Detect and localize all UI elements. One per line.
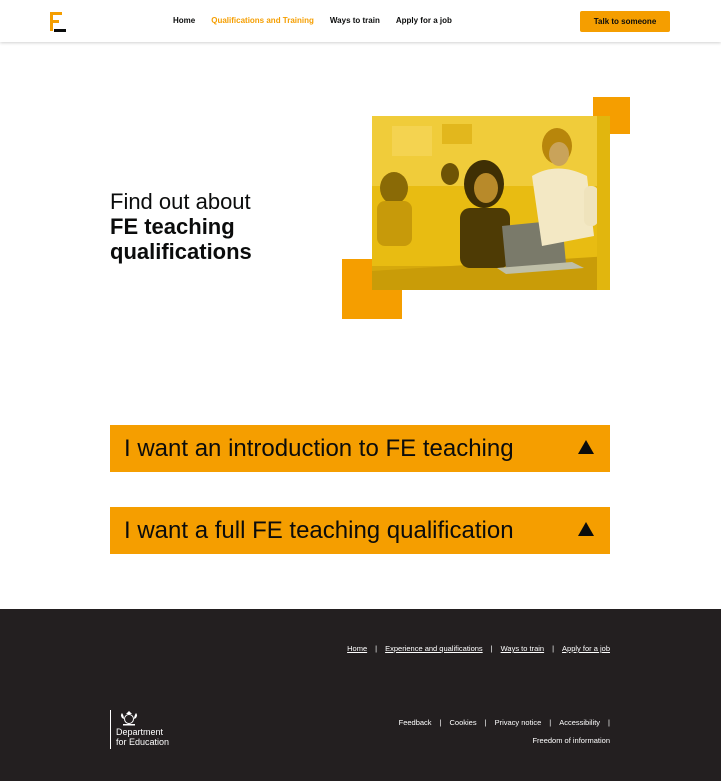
footer-link-privacy[interactable]: Privacy notice xyxy=(495,718,542,727)
footer-link-freedom-of-information[interactable]: Freedom of information xyxy=(532,736,610,745)
separator: | xyxy=(552,644,555,653)
site-header: Home Qualifications and Training Ways to… xyxy=(0,0,721,42)
page-title: Find out about FE teaching qualification… xyxy=(110,189,252,264)
nav-home[interactable]: Home xyxy=(173,16,195,25)
separator: | xyxy=(549,718,552,727)
separator: | xyxy=(375,644,378,653)
accordion-introduction-label: I want an introduction to FE teaching xyxy=(124,434,514,462)
footer-link-home[interactable]: Home xyxy=(347,644,367,653)
separator: | xyxy=(484,718,487,727)
title-line-1: Find out about xyxy=(110,189,251,214)
nav-apply-for-job[interactable]: Apply for a job xyxy=(396,16,452,25)
main-nav: Home Qualifications and Training Ways to… xyxy=(173,16,468,25)
footer-link-ways-to-train[interactable]: Ways to train xyxy=(501,644,544,653)
dept-name-line-1: Department xyxy=(116,727,164,737)
footer-secondary-links: Feedback | Cookies | Privacy notice | Ac… xyxy=(399,718,610,727)
nav-ways-to-train[interactable]: Ways to train xyxy=(330,16,380,25)
footer-link-cookies[interactable]: Cookies xyxy=(450,718,477,727)
footer-primary-links: Home | Experience and qualifications | W… xyxy=(347,644,610,653)
hero-image-classroom xyxy=(372,116,610,290)
footer-link-feedback[interactable]: Feedback xyxy=(399,718,432,727)
separator: | xyxy=(490,644,493,653)
separator: | xyxy=(439,718,442,727)
accordion-full-qualification-label: I want a full FE teaching qualification xyxy=(124,516,514,544)
talk-to-someone-button[interactable]: Talk to someone xyxy=(580,11,670,32)
title-line-2: FE teaching xyxy=(110,214,235,239)
triangle-up-icon xyxy=(578,522,594,536)
accordion-full-qualification[interactable]: I want a full FE teaching qualification xyxy=(110,507,610,554)
site-footer: Home | Experience and qualifications | W… xyxy=(0,609,721,781)
footer-link-accessibility[interactable]: Accessibility xyxy=(559,718,600,727)
dfe-logo[interactable]: Department for Education xyxy=(110,710,169,749)
footer-link-apply[interactable]: Apply for a job xyxy=(562,644,610,653)
title-line-3: qualifications xyxy=(110,239,252,264)
nav-qualifications[interactable]: Qualifications and Training xyxy=(211,16,314,25)
logo-top xyxy=(50,12,62,15)
royal-crest-icon xyxy=(121,711,137,726)
dept-name-line-2: for Education xyxy=(116,737,170,747)
separator: | xyxy=(608,718,610,727)
triangle-up-icon xyxy=(578,440,594,454)
logo-middle xyxy=(50,20,59,23)
logo-bottom xyxy=(54,29,66,32)
accordion-introduction[interactable]: I want an introduction to FE teaching xyxy=(110,425,610,472)
footer-link-experience[interactable]: Experience and qualifications xyxy=(385,644,483,653)
site-logo[interactable] xyxy=(50,12,66,32)
